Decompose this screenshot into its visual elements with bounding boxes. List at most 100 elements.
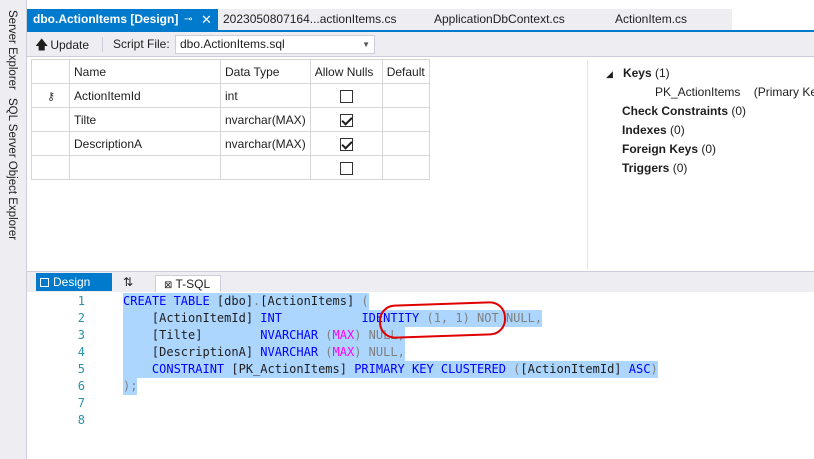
cell-data-type[interactable] [220, 155, 311, 180]
cell-default[interactable] [381, 107, 430, 132]
foreign-keys-count: (0) [701, 142, 717, 156]
line-number: 8 [77, 413, 85, 427]
cell-default[interactable] [381, 83, 430, 108]
table-row[interactable]: DescriptionA nvarchar(MAX) [31, 131, 430, 156]
code-line-4: [DescriptionA] NVARCHAR (MAX) NULL, [123, 344, 405, 361]
indexes-label: Indexes [622, 123, 667, 137]
grid-header-row: Name Data Type Allow Nulls Default [31, 59, 430, 84]
collapse-triangle-icon[interactable]: ◢ [606, 69, 613, 79]
design-tab-label: Design [53, 275, 91, 289]
toolbar-separator [102, 37, 103, 52]
column-header-default[interactable]: Default [381, 59, 430, 84]
row-selector[interactable] [31, 107, 70, 132]
design-pane-tab[interactable]: Design [36, 273, 112, 291]
code-line-5: CONSTRAINT [PK_ActionItems] PRIMARY KEY … [123, 361, 658, 378]
code-line-6: ); [123, 378, 138, 395]
tab-actionitem-cs[interactable]: ActionItem.cs [615, 9, 687, 30]
identity-highlight-annotation [378, 300, 507, 340]
update-button[interactable]: 🡅 Update [35, 35, 89, 54]
document-tab-bar: dbo.ActionItems [Design] ⊸ ✕ 20230508071… [27, 9, 732, 30]
line-number: 3 [77, 328, 85, 342]
code-token: ( [354, 294, 369, 308]
tsql-pane-tab[interactable]: ⊠ T-SQL [155, 275, 221, 293]
cell-name[interactable]: ActionItemId [69, 83, 221, 108]
column-header-name[interactable]: Name [69, 59, 221, 84]
code-token: NVARCHAR [260, 345, 319, 359]
line-number: 1 [77, 294, 85, 308]
left-tool-strip: Server Explorer SQL Server Object Explor… [0, 0, 27, 459]
foreign-keys-node[interactable]: Foreign Keys (0) [622, 142, 716, 156]
cell-name[interactable] [69, 155, 221, 180]
allow-nulls-checkbox[interactable] [339, 161, 353, 175]
tab-migration-cs[interactable]: 2023050807164...actionItems.cs [223, 9, 396, 30]
check-constraints-node[interactable]: Check Constraints (0) [622, 104, 746, 118]
script-file-select[interactable]: dbo.ActionItems.sql ▼ [175, 35, 375, 54]
design-icon [40, 278, 49, 287]
server-explorer-tab[interactable]: Server Explorer [6, 10, 18, 90]
tsql-editor[interactable]: 1 2 3 4 5 6 7 8 CREATE TABLE [dbo].[Acti… [27, 292, 814, 459]
tab-applicationdbcontext-cs[interactable]: ApplicationDbContext.cs [434, 9, 565, 30]
cell-data-type[interactable]: nvarchar(MAX) [220, 131, 311, 156]
code-token: ( [318, 345, 333, 359]
script-file-label: Script File: [113, 37, 170, 51]
line-number: 7 [77, 396, 85, 410]
triggers-node[interactable]: Triggers (0) [622, 161, 687, 175]
code-token: CREATE TABLE [123, 294, 217, 308]
code-token: [PK_ActionItems] [224, 362, 355, 376]
column-header-data-type[interactable]: Data Type [220, 59, 311, 84]
cell-default[interactable] [381, 131, 430, 156]
table-row[interactable]: ⚷ ActionItemId int [31, 83, 430, 108]
allow-nulls-checkbox[interactable] [339, 137, 353, 151]
check-constraints-count: (0) [731, 104, 747, 118]
close-icon[interactable]: ✕ [201, 9, 212, 30]
code-token: CONSTRAINT [151, 362, 225, 376]
tsql-tab-label: T-SQL [175, 277, 211, 291]
pane-switcher: Design ⇅ ⊠ T-SQL [27, 271, 814, 293]
cell-name[interactable]: Tilte [69, 107, 221, 132]
cell-data-type[interactable]: int [220, 83, 311, 108]
code-token: MAX [332, 328, 355, 342]
triggers-label: Triggers [622, 161, 670, 175]
code-token: ) [650, 362, 658, 376]
cell-default[interactable] [381, 155, 430, 180]
table-properties-pane: ◢ Keys (1) PK_ActionItems (Primary Key, … [587, 60, 814, 270]
line-number: 4 [77, 345, 85, 359]
indexes-node[interactable]: Indexes (0) [622, 123, 685, 137]
keys-node[interactable]: ◢ Keys (1) [606, 66, 670, 80]
row-selector[interactable]: ⚷ [31, 83, 70, 108]
row-selector[interactable] [31, 131, 70, 156]
table-row[interactable] [31, 155, 430, 180]
chevron-down-icon[interactable]: ▼ [362, 36, 370, 53]
code-token: PRIMARY KEY CLUSTERED [354, 362, 506, 376]
row-selector[interactable] [31, 155, 70, 180]
code-line-3: [Tilte] NVARCHAR (MAX) NULL, [123, 327, 405, 344]
swap-panes-icon[interactable]: ⇅ [123, 274, 133, 290]
cell-allow-nulls [309, 83, 383, 108]
allow-nulls-checkbox[interactable] [339, 89, 353, 103]
pk-node[interactable]: PK_ActionItems (Primary Key, C [655, 85, 814, 99]
code-line-1: CREATE TABLE [dbo].[ActionItems] ( [123, 293, 369, 310]
allow-nulls-checkbox[interactable] [339, 113, 353, 127]
code-token: NULL, [361, 345, 405, 359]
foreign-keys-label: Foreign Keys [622, 142, 699, 156]
tab-actionitems-design[interactable]: dbo.ActionItems [Design] ⊸ ✕ [27, 9, 218, 30]
code-token: ( [318, 328, 333, 342]
code-token: ( [505, 362, 521, 376]
line-number: 5 [77, 362, 85, 376]
code-token: [DescriptionA] [123, 345, 261, 359]
code-token: [ActionItemId] [520, 362, 622, 376]
cell-name[interactable]: DescriptionA [69, 131, 221, 156]
pin-icon[interactable]: ⊸ [184, 9, 192, 30]
designer-toolbar: 🡅 Update Script File: dbo.ActionItems.sq… [27, 32, 814, 57]
upload-arrow-icon: 🡅 [35, 37, 49, 52]
indexes-count: (0) [670, 123, 685, 137]
cell-data-type[interactable]: nvarchar(MAX) [220, 107, 311, 132]
sql-server-object-explorer-tab[interactable]: SQL Server Object Explorer [6, 98, 18, 240]
table-row[interactable]: Tilte nvarchar(MAX) [31, 107, 430, 132]
column-header-allow-nulls[interactable]: Allow Nulls [309, 59, 383, 84]
code-token: ); [123, 379, 138, 393]
code-token: NVARCHAR [260, 328, 319, 342]
